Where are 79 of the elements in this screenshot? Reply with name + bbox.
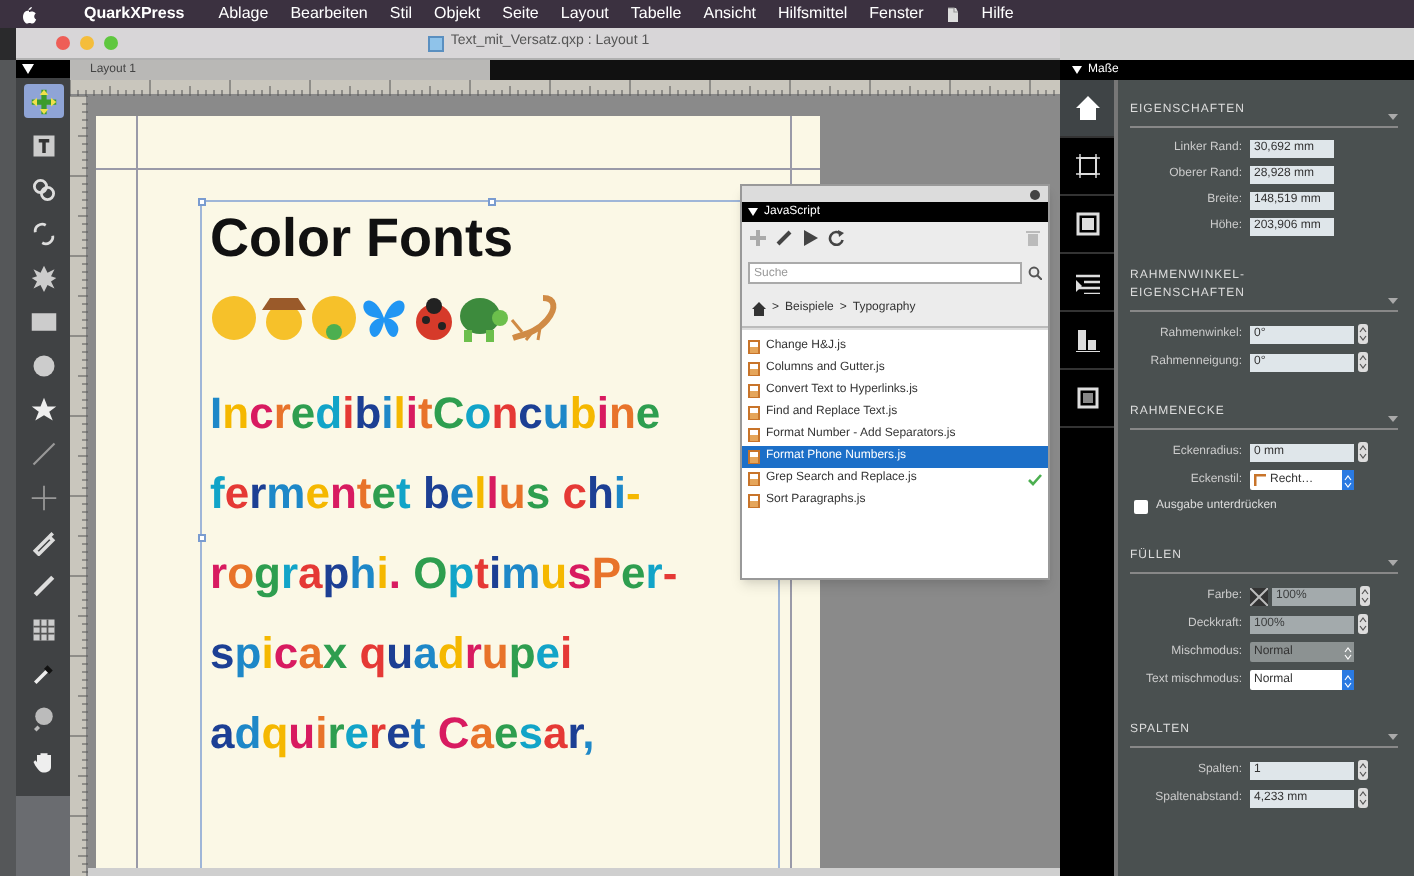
stepper-arrows-icon[interactable] (1358, 442, 1368, 462)
collapse-triangle-icon[interactable] (748, 208, 758, 216)
document-icon (428, 35, 445, 51)
cowboy-emoji-icon (260, 294, 308, 342)
apple-logo-icon[interactable] (20, 4, 38, 24)
body-text-line: rographi. OptimusPer- (210, 546, 678, 602)
line-icon (29, 439, 57, 467)
home-tab[interactable] (1060, 80, 1114, 138)
stepper-arrows-icon[interactable] (1360, 586, 1370, 606)
collapse-triangle-icon[interactable] (22, 64, 34, 74)
menu-item[interactable]: Hilfe (981, 2, 1014, 26)
close-button[interactable] (1030, 189, 1040, 199)
move-icon (29, 87, 57, 115)
stepper-arrows-icon[interactable] (1358, 352, 1368, 372)
stepper-arrows-icon[interactable] (1358, 324, 1368, 344)
corner-style-icon (1254, 474, 1266, 486)
dropdown-arrows-icon (1344, 473, 1352, 487)
color-swatch-icon[interactable] (1250, 587, 1268, 605)
menu-item[interactable]: Ansicht (703, 2, 756, 26)
ladybug-icon (410, 294, 458, 342)
menu-item[interactable]: Tabelle (630, 2, 682, 26)
scorpion-icon (510, 294, 558, 342)
menu-item[interactable]: Layout (560, 2, 609, 26)
menu-item[interactable]: Fenster (869, 2, 924, 26)
money-emoji-icon (310, 294, 358, 342)
box-icon (1075, 212, 1099, 236)
turtle-icon (460, 294, 508, 342)
rectangle-icon (29, 307, 57, 335)
run-play-icon[interactable] (802, 230, 818, 246)
menu-item[interactable]: Stil (389, 2, 413, 26)
menu-item[interactable]: Hilfsmittel (778, 2, 848, 26)
zoom-icon (29, 703, 57, 731)
frame-icon (1075, 154, 1099, 178)
home-icon (1075, 96, 1099, 120)
paragraph-icon (1075, 270, 1099, 294)
move-tool[interactable] (23, 84, 63, 118)
starburst-icon (29, 263, 57, 291)
stepper-arrows-icon[interactable] (1358, 788, 1368, 808)
table-icon (29, 615, 57, 643)
border-icon (1075, 386, 1099, 410)
link-icon (29, 175, 57, 203)
body-text-line: IncredibilitConcubine (210, 386, 661, 442)
collapse-caret-icon[interactable] (1388, 298, 1398, 304)
collapse-caret-icon[interactable] (1388, 560, 1398, 566)
refresh-icon[interactable] (828, 230, 844, 246)
pencil-icon (29, 571, 57, 599)
page-heading: Color Fonts (210, 206, 513, 270)
star-icon (29, 395, 57, 423)
search-icon[interactable] (1028, 266, 1042, 280)
stepper-arrows-icon[interactable] (1358, 760, 1368, 780)
body-text-line: adquireret Caesar, (210, 706, 595, 762)
checkbox[interactable] (1134, 500, 1148, 514)
stepper-arrows-icon[interactable] (1358, 614, 1368, 634)
palette-footer (16, 796, 70, 876)
text-icon (29, 131, 57, 159)
home-icon[interactable] (752, 302, 766, 316)
edit-pencil-icon[interactable] (776, 230, 792, 246)
smiley-emoji-icon (210, 294, 258, 342)
oval-icon (29, 351, 57, 379)
pen-icon (29, 527, 57, 555)
hand-icon (29, 747, 57, 775)
menu-item[interactable]: Objekt (434, 2, 481, 26)
collapse-caret-icon[interactable] (1388, 114, 1398, 120)
menu-item[interactable]: Ablage (218, 2, 269, 26)
crosshair-icon (29, 483, 57, 511)
menu-item[interactable]: Seite (502, 2, 539, 26)
body-text-line: spicax quadrupei (210, 626, 573, 682)
script-menu-icon[interactable] (945, 5, 960, 23)
body-text-line: fermentet bellus chi- (210, 466, 641, 522)
collapse-caret-icon[interactable] (1388, 734, 1398, 740)
dropdown-arrows-icon (1344, 673, 1352, 687)
menu-item[interactable]: Bearbeiten (290, 2, 368, 26)
unlink-icon (29, 219, 57, 247)
collapse-caret-icon[interactable] (1388, 416, 1398, 422)
eyedropper-icon (29, 659, 57, 687)
collapse-triangle-icon[interactable] (1072, 66, 1082, 74)
align-icon (1075, 328, 1099, 352)
menu-item[interactable]: QuarkXPress (84, 2, 185, 26)
dropdown-arrows-icon (1344, 645, 1352, 659)
